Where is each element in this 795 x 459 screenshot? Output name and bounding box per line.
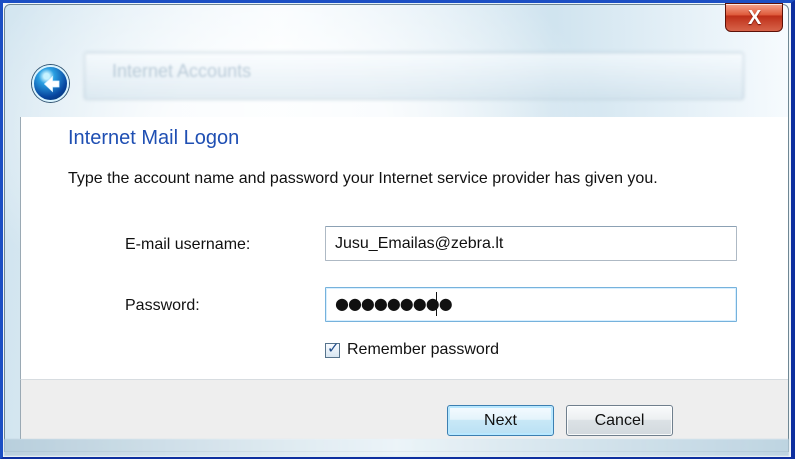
remember-password-checkbox[interactable]: ✓ (325, 338, 340, 358)
check-icon: ✓ (327, 338, 340, 357)
password-label: Password: (125, 297, 200, 314)
internet-mail-logon-window: Internet Accounts X Internet Mail Logon … (0, 0, 795, 459)
remember-password-checkbox-row[interactable]: ✓ Remember password (325, 339, 499, 361)
remember-password-label[interactable]: Remember password (347, 340, 499, 360)
page-title: Internet Mail Logon (68, 127, 240, 149)
close-button[interactable]: X (725, 3, 783, 32)
blurred-window-title: Internet Accounts (112, 61, 252, 81)
cancel-button[interactable]: Cancel (566, 405, 673, 436)
email-username-input[interactable] (325, 226, 737, 261)
password-input[interactable] (325, 287, 737, 322)
blurred-background-strip (4, 439, 789, 456)
back-button[interactable] (32, 65, 69, 102)
email-username-label: E-mail username: (125, 236, 251, 253)
next-button[interactable]: Next (447, 405, 554, 436)
close-icon: X (748, 7, 762, 29)
instruction-text: Type the account name and password your … (68, 170, 658, 187)
back-arrow-icon (43, 75, 60, 93)
